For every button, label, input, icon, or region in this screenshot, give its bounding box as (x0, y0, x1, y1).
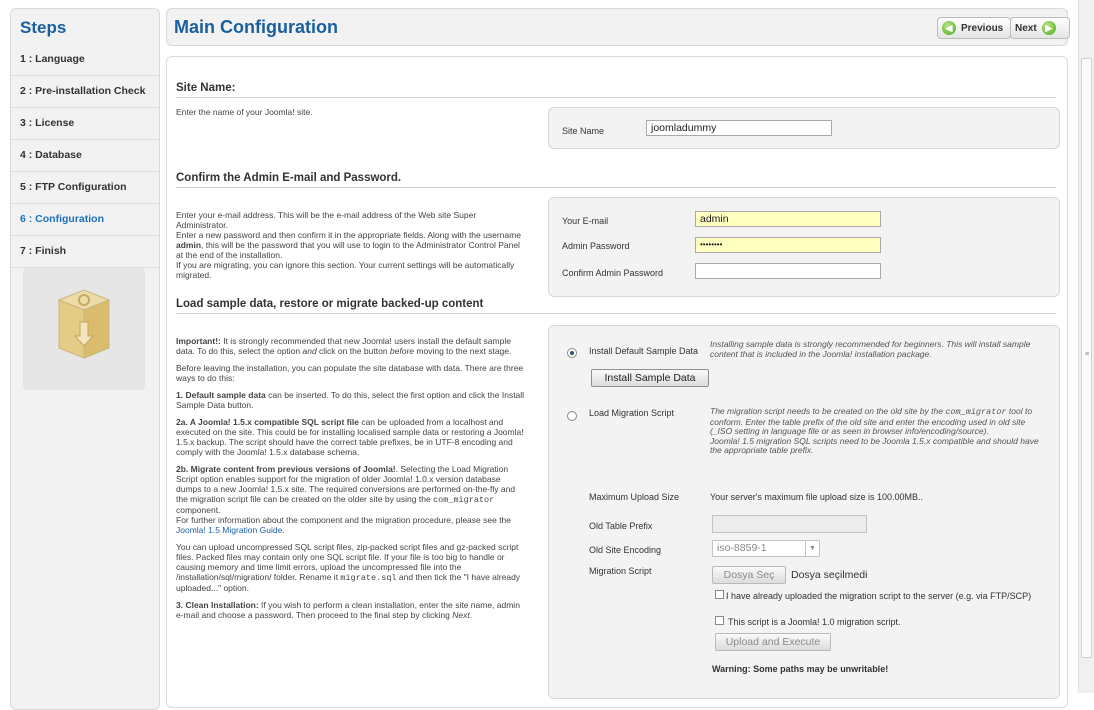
max-upload-label: Maximum Upload Size (589, 492, 680, 502)
text-part: component. (176, 505, 221, 515)
load-migration-radio[interactable] (567, 411, 577, 421)
old-table-prefix-input[interactable] (712, 515, 867, 533)
old-site-encoding-label: Old Site Encoding (589, 545, 662, 555)
previous-label: Previous (961, 22, 1004, 34)
email-input[interactable]: admin (695, 211, 881, 227)
upload-execute-button[interactable]: Upload and Execute (715, 633, 831, 651)
load-migration-label: Load Migration Script (589, 408, 675, 418)
chevron-down-icon: ▼ (805, 541, 819, 556)
load-migration-help: The migration script needs to be created… (710, 406, 1045, 456)
admin-box: Your E-mail admin Admin Password •••••••… (548, 197, 1060, 297)
step-preinstall-check[interactable]: 2 : Pre-installation Check (11, 76, 159, 108)
site-name-input[interactable]: joomladummy (646, 120, 832, 136)
code-text: com_migrator (433, 495, 495, 505)
scrollbar-thumb[interactable]: ≡ (1081, 58, 1092, 658)
sample-data-description: Important!: It is strongly recommended t… (176, 336, 528, 627)
step-finish[interactable]: 7 : Finish (11, 236, 159, 268)
admin-desc-part: Enter a new password and then confirm it… (176, 230, 521, 240)
arrow-left-icon: ◀ (942, 21, 956, 35)
default-data-paragraph: 1. Default sample data can be inserted. … (176, 390, 528, 410)
joomla-install-box-image (23, 268, 145, 390)
no-file-chosen-text: Dosya seçilmedi (791, 569, 868, 581)
max-upload-value: Your server's maximum file upload size i… (710, 492, 923, 502)
old-table-prefix-label: Old Table Prefix (589, 521, 653, 531)
step-ftp-configuration[interactable]: 5 : FTP Configuration (11, 172, 159, 204)
choose-file-button[interactable]: Dosya Seç (712, 566, 786, 584)
step-language[interactable]: 1 : Language (11, 44, 159, 76)
email-label: Your E-mail (562, 216, 609, 226)
code-text: migrate.sql (340, 573, 397, 583)
migration-guide-link[interactable]: Joomla! 1.5 Migration Guide (176, 525, 282, 535)
page-title: Main Configuration (174, 17, 338, 37)
code-text: com_migrator (945, 407, 1007, 417)
help-text: Joomla! 1.5 migration SQL scripts need t… (710, 435, 1039, 455)
ways-paragraph: Before leaving the installation, you can… (176, 363, 524, 383)
migrate-paragraph: 2b. Migrate content from previous versio… (176, 464, 528, 535)
steps-list: 1 : Language 2 : Pre-installation Check … (11, 44, 159, 268)
clean-install-paragraph: 3. Clean Installation: If you wish to pe… (176, 600, 528, 620)
site-name-heading: Site Name: (176, 82, 1056, 98)
main-content-panel: Site Name: Enter the name of your Joomla… (166, 56, 1068, 708)
arrow-right-icon: ▶ (1041, 21, 1056, 35)
site-name-box: Site Name joomladummy (548, 107, 1060, 149)
install-box-icon (57, 289, 111, 359)
text-bold: 2a. A Joomla! 1.5.x compatible SQL scrip… (176, 417, 359, 427)
important-paragraph: Important!: It is strongly recommended t… (176, 336, 528, 356)
install-sample-help: Installing sample data is strongly recom… (710, 339, 1031, 359)
text-part: . (282, 525, 285, 535)
text-part: . (469, 610, 473, 620)
important-label: Important!: (176, 336, 221, 346)
page-scrollbar[interactable]: ≡ (1078, 0, 1094, 693)
old-site-encoding-select[interactable]: iso-8859-1 ▼ (712, 540, 820, 557)
admin-desc-email: Enter your e-mail address. This will be … (176, 210, 477, 230)
step-database[interactable]: 4 : Database (11, 140, 159, 172)
header-bar: Main Configuration ◀ Previous Next ▶ (166, 8, 1070, 46)
text-bold: 2b. Migrate content from previous versio… (176, 464, 396, 474)
step-configuration[interactable]: 6 : Configuration (11, 204, 159, 236)
confirm-password-input[interactable] (695, 263, 881, 279)
admin-heading: Confirm the Admin E-mail and Password. (176, 172, 1056, 188)
text-bold: 1. Default sample data (176, 390, 266, 400)
help-text: The migration script needs to be created… (710, 406, 946, 416)
admin-password-label: Admin Password (562, 241, 630, 251)
previous-button[interactable]: ◀ Previous (937, 17, 1011, 39)
joomla10-script-label: This script is a Joomla! 1.0 migration s… (728, 617, 901, 627)
sql-file-paragraph: 2a. A Joomla! 1.5.x compatible SQL scrip… (176, 417, 528, 457)
admin-desc-migrating: If you are migrating, you can ignore thi… (176, 260, 515, 280)
unwritable-warning: Warning: Some paths may be unwritable! (712, 664, 889, 674)
text-part: and (302, 346, 317, 356)
text-part: For further information about the compon… (176, 515, 512, 525)
step-license[interactable]: 3 : License (11, 108, 159, 140)
encoding-selected-value: iso-8859-1 (717, 542, 767, 554)
text-part: Next (452, 610, 470, 620)
install-sample-data-button[interactable]: Install Sample Data (591, 369, 709, 387)
site-name-label: Site Name (562, 126, 605, 136)
grip-icon: ≡ (1085, 351, 1090, 358)
admin-desc-password: Enter a new password and then confirm it… (176, 230, 528, 260)
migration-script-label: Migration Script (589, 566, 652, 576)
text-bold: 3. Clean Installation: (176, 600, 259, 610)
admin-description: Enter your e-mail address. This will be … (176, 210, 528, 280)
admin-desc-part: , this will be the password that you wil… (176, 240, 520, 260)
joomla10-script-checkbox[interactable] (715, 616, 724, 625)
text-part: click on the button (316, 346, 390, 356)
sample-data-heading: Load sample data, restore or migrate bac… (176, 298, 1056, 314)
text-part: before (389, 346, 415, 356)
next-button[interactable]: Next ▶ (1010, 17, 1070, 39)
steps-panel: Steps 1 : Language 2 : Pre-installation … (10, 8, 160, 710)
text-part: moving to the next stage. (414, 346, 512, 356)
site-name-description: Enter the name of your Joomla! site. (176, 107, 313, 117)
already-uploaded-label: I have already uploaded the migration sc… (726, 591, 1032, 601)
install-sample-label: Install Default Sample Data (589, 346, 699, 356)
confirm-password-label: Confirm Admin Password (562, 268, 664, 278)
sample-data-box: Install Default Sample Data Installing s… (548, 325, 1060, 699)
install-sample-radio[interactable] (567, 348, 577, 358)
next-label: Next (1015, 22, 1037, 34)
upload-paragraph: You can upload uncompressed SQL script f… (176, 542, 528, 593)
admin-username: admin (176, 240, 202, 250)
admin-password-input[interactable]: •••••••• (695, 237, 881, 253)
steps-title: Steps (20, 18, 67, 37)
